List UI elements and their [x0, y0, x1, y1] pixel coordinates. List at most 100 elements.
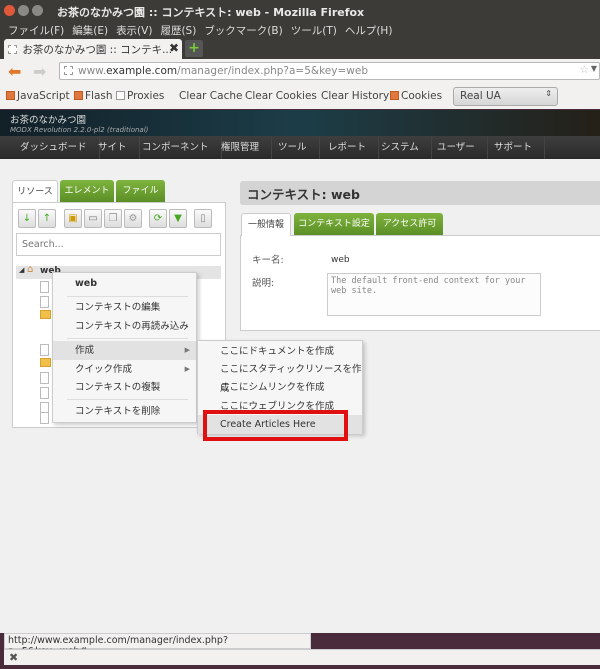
- tab-general[interactable]: 一般情報: [241, 213, 291, 236]
- page-icon: [8, 45, 17, 54]
- tab-resources[interactable]: リソース: [12, 180, 58, 203]
- user-agent-value: Real UA: [460, 90, 501, 102]
- menu-item-create-symlink[interactable]: ここにシムリンクを作成: [198, 378, 362, 397]
- main-nav: ダッシュボード サイト コンポーネント 権限管理 ツール レポート システム ユ…: [0, 136, 600, 159]
- submenu-arrow-icon: ▶: [184, 346, 190, 354]
- javascript-label: JavaScript: [17, 90, 70, 102]
- clear-cookies-button[interactable]: Clear Cookies: [245, 90, 317, 102]
- menu-history[interactable]: 履歴(S): [160, 25, 196, 37]
- menu-item-label: クイック作成: [75, 364, 133, 375]
- close-window-icon[interactable]: [4, 5, 15, 16]
- menu-tools[interactable]: ツール(T): [291, 25, 337, 37]
- folder-icon: [40, 358, 51, 367]
- flash-toggle[interactable]: Flash: [74, 90, 113, 102]
- modx-header: お茶のなかみつ園 MODX Revolution 2.2.0-pl2 (trad…: [0, 110, 600, 136]
- nav-components[interactable]: コンポーネント: [130, 136, 222, 159]
- nav-system[interactable]: システム: [369, 136, 432, 159]
- tab-access-permissions[interactable]: アクセス許可: [376, 213, 443, 235]
- menu-item-create-static-resource[interactable]: ここにスタティックリソースを作成: [198, 360, 362, 394]
- site-identity-icon: [64, 66, 73, 75]
- new-folder-icon[interactable]: ▣: [64, 209, 82, 228]
- modx-version: MODX Revolution 2.2.0-pl2 (traditional): [10, 126, 149, 134]
- highlight-box: [203, 410, 348, 441]
- collapse-all-icon[interactable]: ↑: [38, 209, 56, 228]
- trash-icon[interactable]: ▯: [194, 209, 212, 228]
- description-label: 説明:: [252, 278, 275, 289]
- tree-search-input[interactable]: [16, 233, 221, 256]
- proxies-label: Proxies: [127, 90, 165, 102]
- expand-arrow-icon[interactable]: ◢: [19, 266, 24, 274]
- new-symlink-icon[interactable]: ❐: [104, 209, 122, 228]
- maximize-window-icon[interactable]: [32, 5, 43, 16]
- key-value: web: [331, 255, 350, 265]
- url-dropdown-icon[interactable]: ▼: [591, 64, 597, 73]
- close-tab-icon[interactable]: ✖: [169, 41, 179, 55]
- clear-cache-button[interactable]: Clear Cache: [179, 90, 242, 102]
- flash-label: Flash: [85, 90, 113, 102]
- expand-all-icon[interactable]: ↓: [18, 209, 36, 228]
- status-url: http://www.example.com/manager/index.php…: [4, 633, 311, 657]
- window-titlebar: お茶のなかみつ園 :: コンテキスト: web - Mozilla Firefo…: [0, 0, 600, 22]
- select-arrows-icon: ⇕: [545, 89, 552, 98]
- document-icon: [40, 344, 49, 356]
- menu-help[interactable]: ヘルプ(H): [345, 25, 393, 37]
- cookies-toggle[interactable]: Cookies: [390, 90, 442, 102]
- new-static-icon[interactable]: ⚙: [124, 209, 142, 228]
- menu-bookmarks[interactable]: ブックマーク(B): [204, 25, 282, 37]
- menu-item-duplicate-context[interactable]: コンテキストの複製: [53, 378, 196, 397]
- cookies-label: Cookies: [401, 90, 443, 102]
- back-icon[interactable]: ⬅: [8, 62, 21, 81]
- sort-icon[interactable]: ▼: [169, 209, 187, 228]
- refresh-icon[interactable]: ⟳: [149, 209, 167, 228]
- url-domain: example.com: [106, 65, 178, 77]
- tab-title: お茶のなかみつ園 :: コンテキ...: [22, 44, 173, 56]
- menu-view[interactable]: 表示(V): [116, 25, 152, 37]
- description-textarea[interactable]: [327, 273, 541, 316]
- checkbox-icon: [390, 91, 399, 100]
- menu-item-reload-context[interactable]: コンテキストの再読み込み: [53, 317, 196, 336]
- menu-item-delete-context[interactable]: コンテキストを削除: [53, 402, 196, 421]
- menu-file[interactable]: ファイル(F): [8, 25, 64, 37]
- context-menu-title: web: [75, 278, 98, 289]
- document-icon: [40, 281, 49, 293]
- addon-bar: ✖: [4, 649, 600, 665]
- nav-tools[interactable]: ツール: [266, 136, 320, 159]
- context-menu: web コンテキストの編集 コンテキストの再読み込み 作成 ▶ クイック作成 ▶ コ…: [52, 272, 197, 423]
- tab-files[interactable]: ファイル: [116, 180, 165, 202]
- proxies-toggle[interactable]: Proxies: [116, 90, 164, 102]
- clear-history-button[interactable]: Clear History: [321, 90, 389, 102]
- folder-icon: [40, 310, 51, 319]
- url-bar[interactable]: www.example.com/manager/index.php?a=5&ke…: [59, 62, 600, 80]
- menu-item-quick-create[interactable]: クイック作成 ▶: [53, 360, 196, 379]
- menu-separator: [67, 399, 188, 400]
- document-icon: [40, 412, 49, 424]
- checkbox-icon: [6, 91, 15, 100]
- window-title: お茶のなかみつ園 :: コンテキスト: web - Mozilla Firefo…: [57, 6, 365, 19]
- menu-item-create-document[interactable]: ここにドキュメントを作成: [198, 342, 362, 361]
- user-agent-select[interactable]: Real UA ⇕: [453, 87, 558, 106]
- menu-edit[interactable]: 編集(E): [72, 25, 108, 37]
- menu-item-create[interactable]: 作成 ▶: [53, 341, 196, 360]
- addon-toolbar: JavaScript Flash Proxies Clear Cache Cle…: [0, 85, 600, 109]
- browser-tab[interactable]: お茶のなかみつ園 :: コンテキ... ✖: [4, 39, 182, 59]
- tab-elements[interactable]: エレメント: [60, 180, 114, 202]
- nav-support[interactable]: サポート: [482, 136, 546, 159]
- document-icon: [40, 372, 49, 384]
- bookmark-star-icon[interactable]: ☆: [580, 64, 589, 76]
- new-weblink-icon[interactable]: ▭: [84, 209, 102, 228]
- forward-icon[interactable]: ➡: [33, 62, 46, 81]
- submenu-arrow-icon: ▶: [184, 365, 190, 373]
- nav-security[interactable]: 権限管理: [209, 136, 273, 159]
- nav-users[interactable]: ユーザー: [425, 136, 488, 159]
- document-icon: [40, 296, 49, 308]
- menu-item-edit-context[interactable]: コンテキストの編集: [53, 298, 196, 317]
- minimize-window-icon[interactable]: [18, 5, 29, 16]
- close-addon-bar-icon[interactable]: ✖: [9, 651, 18, 664]
- javascript-toggle[interactable]: JavaScript: [6, 90, 70, 102]
- key-label: キー名:: [252, 255, 284, 266]
- document-icon: [40, 387, 49, 399]
- menubar: ファイル(F) 編集(E) 表示(V) 履歴(S) ブックマーク(B) ツール(T) ヘルプ…: [0, 22, 600, 39]
- new-tab-icon[interactable]: +: [185, 40, 203, 57]
- menu-separator: [67, 296, 188, 297]
- tab-context-settings[interactable]: コンテキスト設定: [294, 213, 374, 235]
